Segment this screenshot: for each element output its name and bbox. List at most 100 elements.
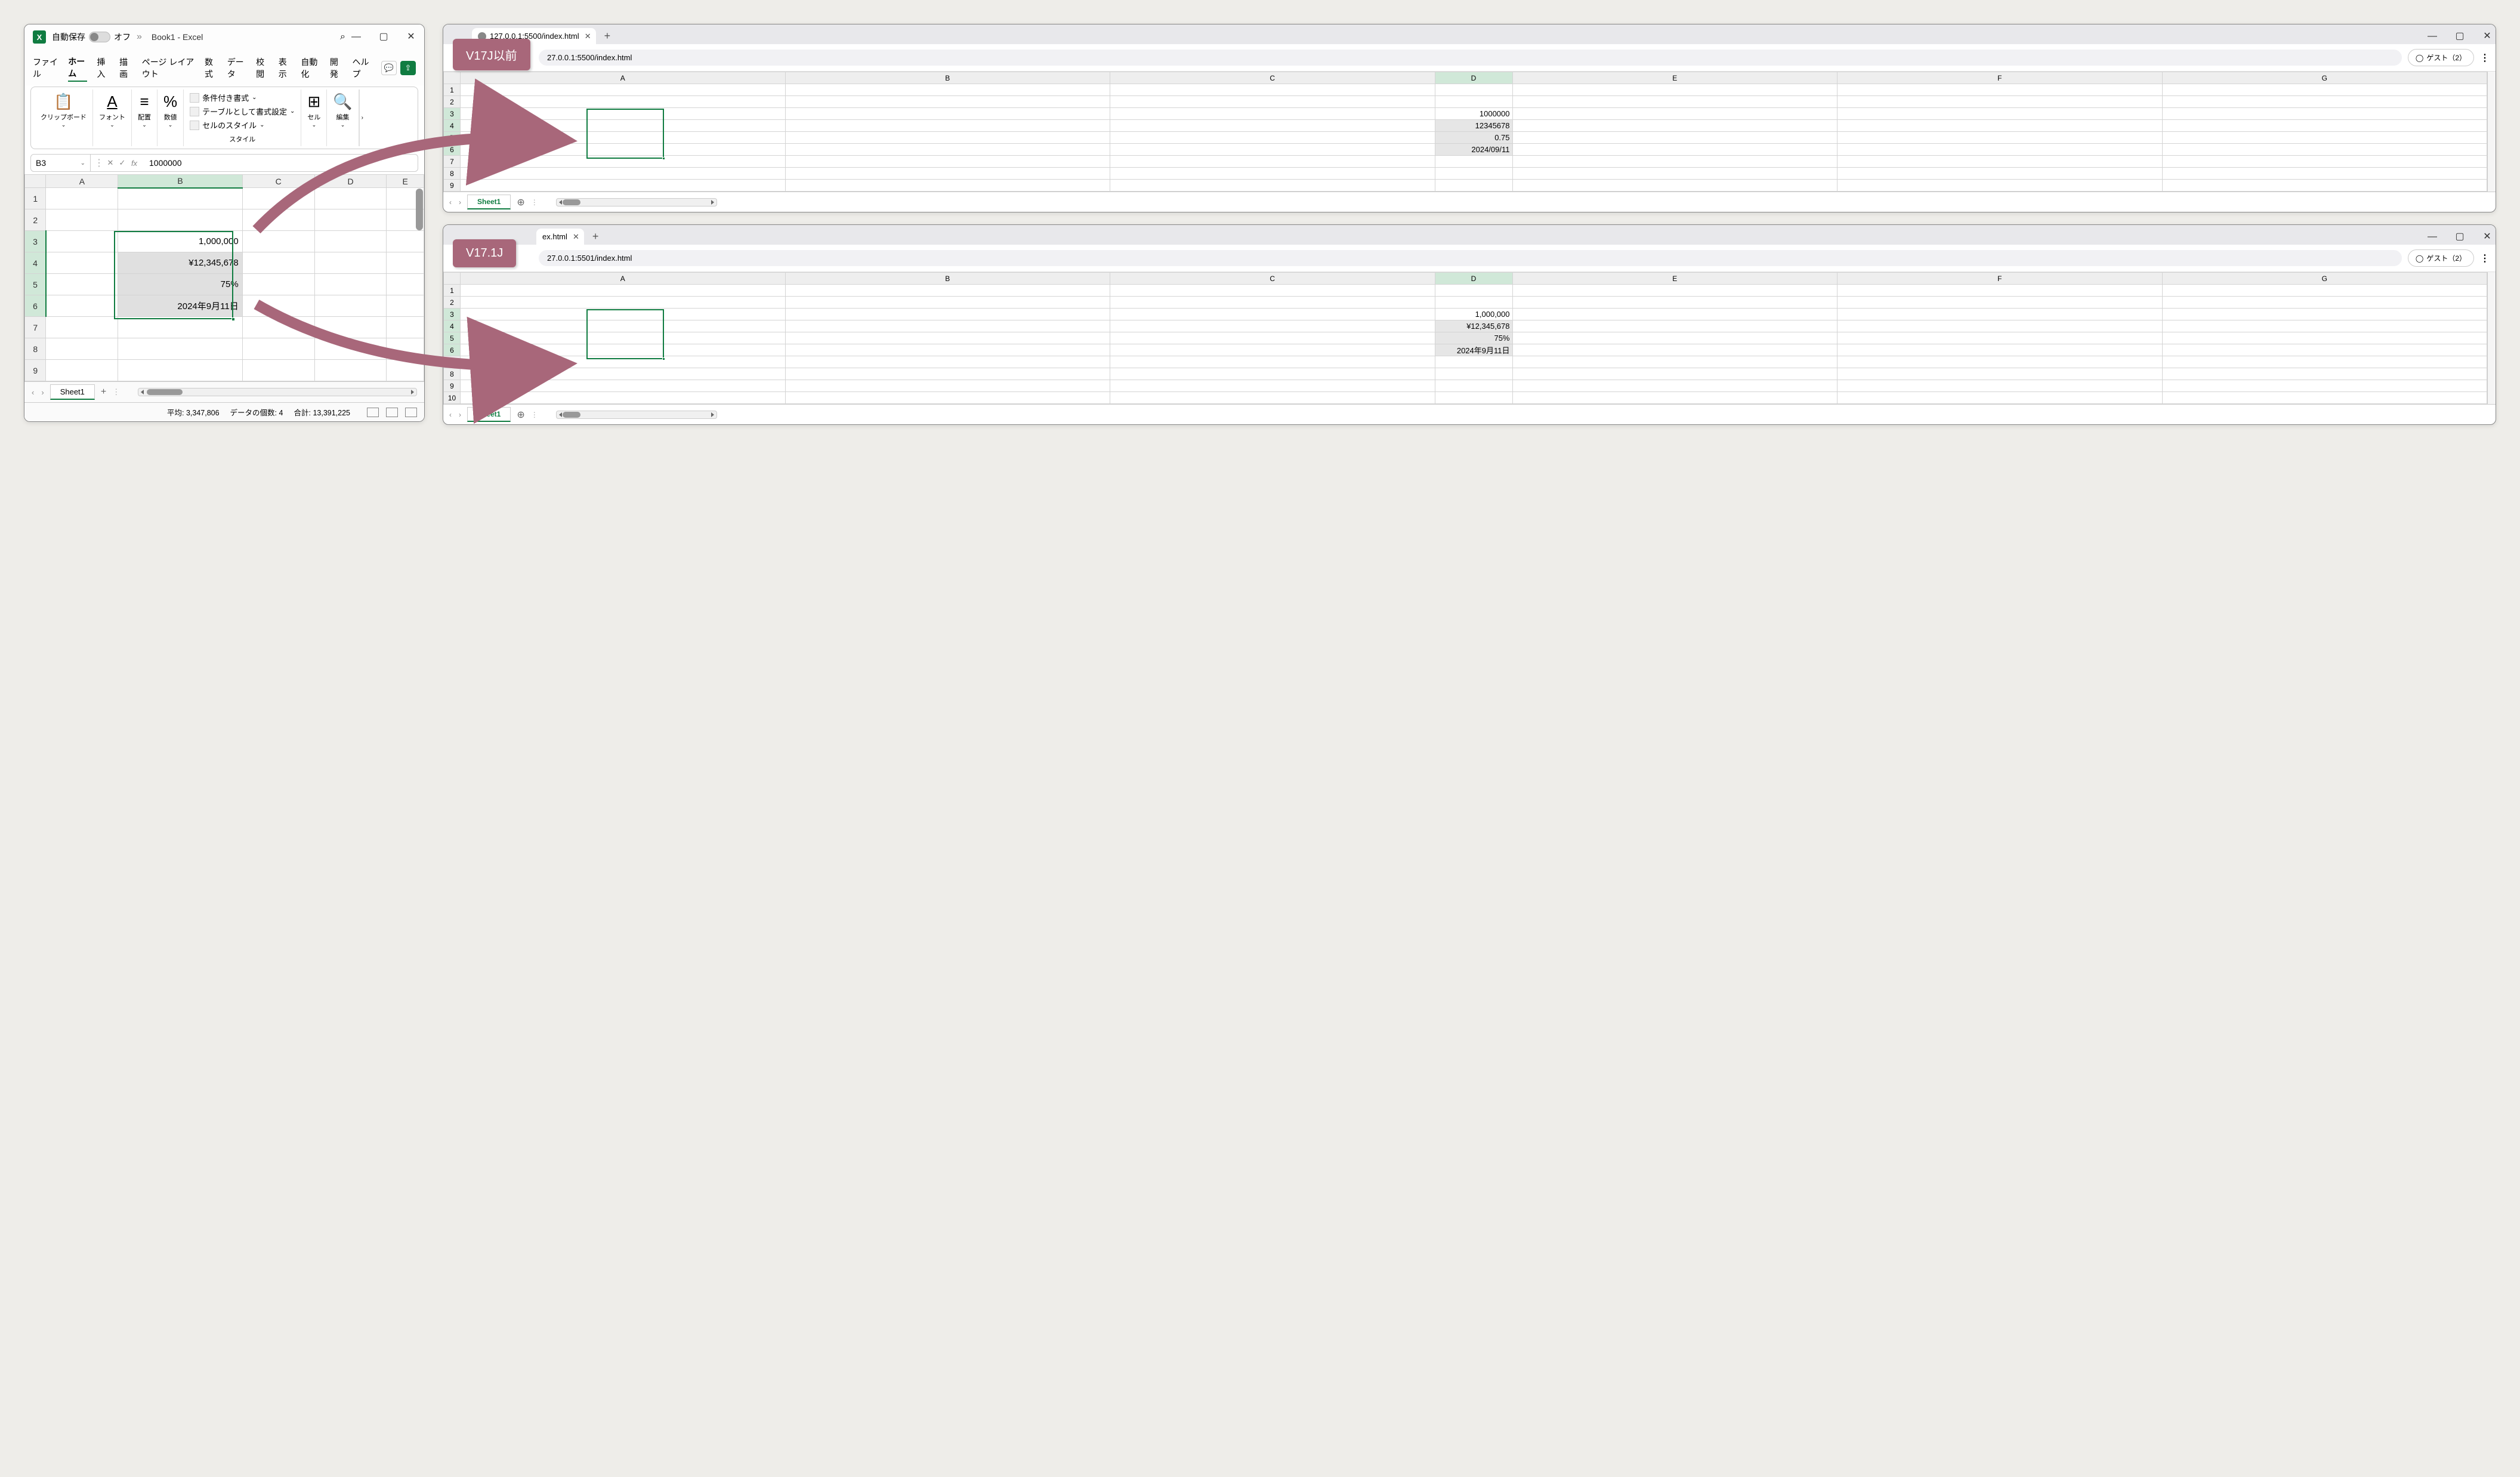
- ribbon-scroll[interactable]: ›: [359, 90, 365, 146]
- ribbon-editing[interactable]: 🔍 編集 ⌄: [327, 90, 359, 146]
- row-header[interactable]: 9: [25, 360, 46, 381]
- row-header[interactable]: 1: [444, 285, 461, 297]
- spreadsheet-grid[interactable]: A B C D E 1 2 31,000,000 4¥12,345,678 57…: [24, 174, 424, 381]
- col-header[interactable]: D: [1435, 72, 1512, 84]
- row-header[interactable]: 3: [444, 108, 461, 120]
- table-format-button[interactable]: テーブルとして書式設定 ⌄: [190, 106, 295, 117]
- tab-home[interactable]: ホーム: [68, 54, 87, 82]
- tab-pagelayout[interactable]: ページ レイアウト: [142, 55, 195, 81]
- row-header[interactable]: 7: [444, 156, 461, 168]
- row-header[interactable]: 9: [444, 380, 461, 392]
- select-all-corner[interactable]: [444, 273, 461, 285]
- row-header[interactable]: 2: [25, 209, 46, 231]
- autosave-toggle[interactable]: [89, 32, 110, 42]
- minimize-button[interactable]: —: [351, 32, 361, 42]
- ribbon-cells[interactable]: ⊞ セル ⌄: [301, 90, 327, 146]
- tab-close-icon[interactable]: ✕: [585, 32, 591, 41]
- formula-bar[interactable]: 1000000: [143, 155, 418, 171]
- horizontal-scrollbar[interactable]: [556, 411, 717, 419]
- guest-profile-button[interactable]: ◯ゲスト（2）: [2408, 49, 2474, 66]
- tab-help[interactable]: ヘルプ: [353, 55, 372, 81]
- ribbon-collapse-icon[interactable]: ⌄: [409, 138, 414, 146]
- sheet-nav[interactable]: ‹›: [32, 388, 44, 397]
- cell-b4[interactable]: ¥12,345,678: [118, 252, 242, 274]
- vertical-scrollbar[interactable]: [2487, 272, 2496, 404]
- row-header[interactable]: 4: [444, 120, 461, 132]
- col-header[interactable]: D: [314, 175, 387, 188]
- url-field[interactable]: 27.0.0.1:5500/index.html: [539, 50, 2402, 66]
- col-header[interactable]: C: [1110, 72, 1435, 84]
- cell-d5[interactable]: 0.75: [1435, 132, 1512, 144]
- cell-d3[interactable]: 1000000: [1435, 108, 1512, 120]
- guest-profile-button[interactable]: ◯ゲスト（2）: [2408, 249, 2474, 267]
- sheet-tab[interactable]: Sheet1: [50, 384, 95, 400]
- row-header[interactable]: 10: [444, 392, 461, 404]
- col-header[interactable]: E: [387, 175, 424, 188]
- fx-icon[interactable]: fx: [129, 159, 140, 168]
- new-tab-button[interactable]: +: [588, 230, 604, 243]
- maximize-button[interactable]: ▢: [2455, 232, 2465, 242]
- add-sheet-button[interactable]: +: [101, 387, 106, 397]
- col-header[interactable]: B: [118, 175, 242, 188]
- row-header[interactable]: 3: [444, 309, 461, 320]
- row-header[interactable]: 8: [25, 338, 46, 360]
- sheet-nav[interactable]: ‹›: [449, 198, 461, 206]
- select-all-corner[interactable]: [25, 175, 46, 188]
- row-header[interactable]: 7: [444, 356, 461, 368]
- maximize-button[interactable]: ▢: [2455, 32, 2465, 41]
- row-header[interactable]: 5: [25, 274, 46, 295]
- row-header[interactable]: 7: [25, 317, 46, 338]
- tab-review[interactable]: 校閲: [256, 55, 269, 81]
- row-header[interactable]: 6: [25, 295, 46, 317]
- row-header[interactable]: 6: [444, 144, 461, 156]
- add-sheet-button[interactable]: ⊕: [517, 196, 524, 208]
- cell-d6[interactable]: 2024/09/11: [1435, 144, 1512, 156]
- row-header[interactable]: 2: [444, 297, 461, 309]
- conditional-format-button[interactable]: 条件付き書式 ⌄: [190, 92, 295, 103]
- browser-menu-icon[interactable]: ⋮: [2480, 52, 2490, 64]
- col-header[interactable]: F: [1838, 273, 2163, 285]
- cell-b3[interactable]: 1,000,000: [118, 231, 242, 252]
- browser-tab[interactable]: ex.html ✕: [536, 229, 584, 245]
- row-header[interactable]: 3: [25, 231, 46, 252]
- new-tab-button[interactable]: +: [600, 30, 616, 42]
- maximize-button[interactable]: ▢: [379, 32, 388, 42]
- ribbon-number[interactable]: % 数値 ⌄: [158, 90, 184, 146]
- cell-d4[interactable]: 12345678: [1435, 120, 1512, 132]
- row-header[interactable]: 6: [444, 344, 461, 356]
- col-header[interactable]: A: [461, 72, 786, 84]
- tab-developer[interactable]: 開発: [330, 55, 343, 81]
- tab-automate[interactable]: 自動化: [301, 55, 320, 81]
- tab-formulas[interactable]: 数式: [205, 55, 218, 81]
- sheet-nav[interactable]: ‹›: [449, 411, 461, 419]
- sheet-tab[interactable]: Sheet1: [467, 195, 511, 209]
- row-header[interactable]: 4: [444, 320, 461, 332]
- col-header[interactable]: G: [2162, 273, 2487, 285]
- cell-b5[interactable]: 75%: [118, 274, 242, 295]
- col-header[interactable]: C: [1110, 273, 1435, 285]
- row-header[interactable]: 9: [444, 180, 461, 192]
- col-header[interactable]: E: [1512, 72, 1838, 84]
- row-header[interactable]: 8: [444, 168, 461, 180]
- browser-spreadsheet-grid[interactable]: A B C D E F G 1 2 31,000,000 4¥12,345,67…: [443, 272, 2487, 404]
- col-header[interactable]: A: [461, 273, 786, 285]
- share-icon[interactable]: ⇪: [400, 61, 416, 75]
- horizontal-scrollbar[interactable]: [556, 198, 717, 206]
- tab-close-icon[interactable]: ✕: [573, 232, 579, 242]
- vertical-scrollbar[interactable]: [2487, 72, 2496, 192]
- row-header[interactable]: 8: [444, 368, 461, 380]
- select-all-corner[interactable]: [444, 72, 461, 84]
- row-header[interactable]: 2: [444, 96, 461, 108]
- minimize-button[interactable]: —: [2428, 32, 2437, 41]
- view-pagebreak-icon[interactable]: [405, 408, 417, 417]
- accept-formula-button[interactable]: ✓: [117, 158, 128, 168]
- close-button[interactable]: ✕: [2482, 232, 2492, 242]
- tab-insert[interactable]: 挿入: [97, 55, 110, 81]
- browser-menu-icon[interactable]: ⋮: [2480, 252, 2490, 264]
- row-header[interactable]: 5: [444, 132, 461, 144]
- comments-icon[interactable]: 💬: [381, 61, 397, 75]
- selection-handle[interactable]: [662, 157, 665, 160]
- search-icon[interactable]: ⌕: [340, 32, 345, 42]
- view-pagelayout-icon[interactable]: [386, 408, 398, 417]
- col-header[interactable]: E: [1512, 273, 1838, 285]
